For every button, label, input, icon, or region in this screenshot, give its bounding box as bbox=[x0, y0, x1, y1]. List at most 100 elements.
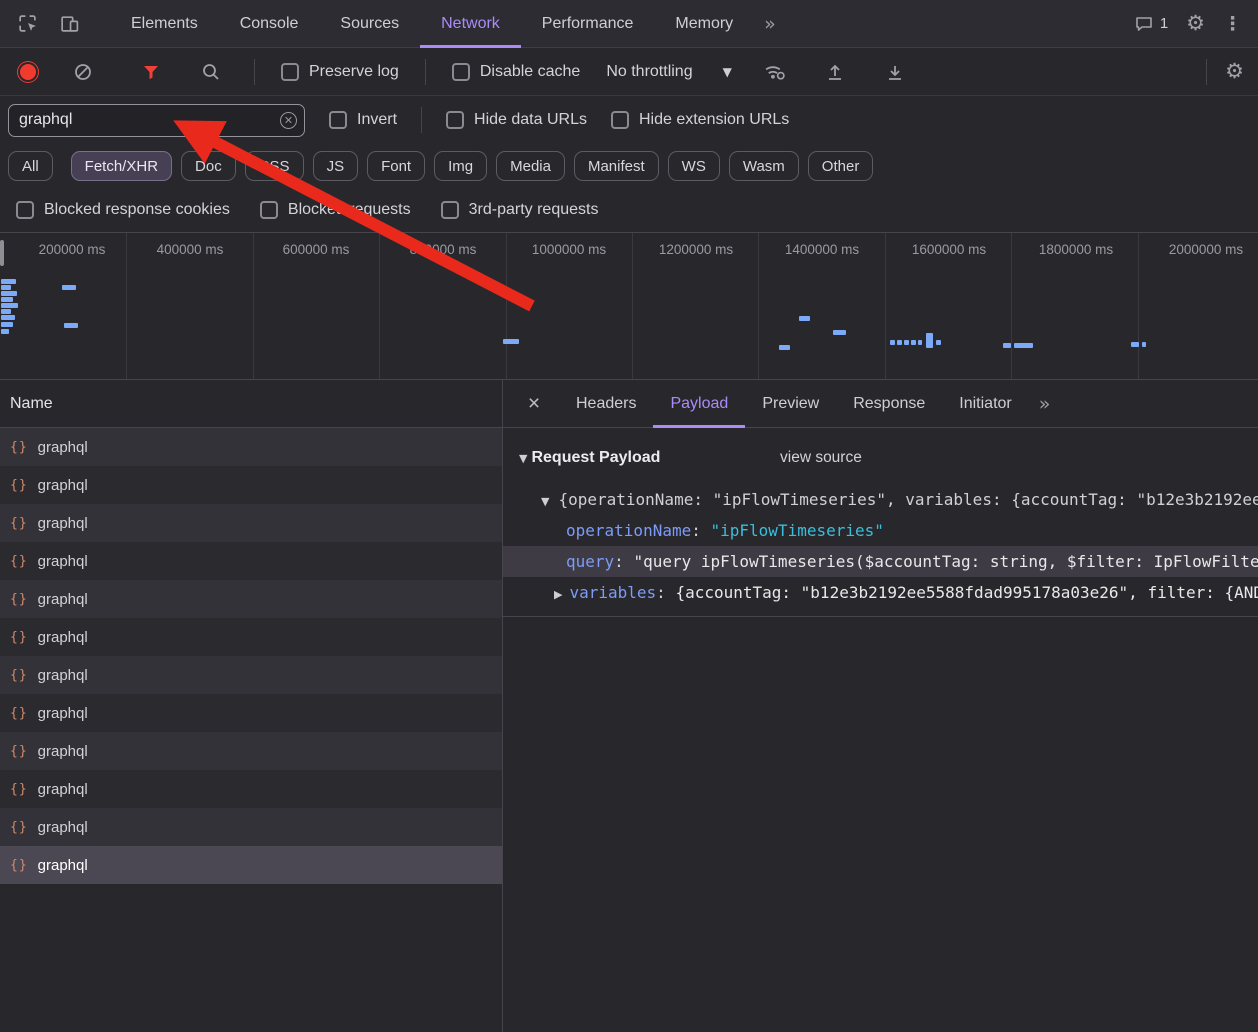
network-conditions-icon[interactable] bbox=[758, 55, 792, 89]
request-row[interactable]: {}graphql bbox=[0, 694, 502, 732]
detail-tab-response[interactable]: Response bbox=[836, 380, 942, 428]
request-name: graphql bbox=[38, 439, 88, 456]
timeline-label: 200000 ms bbox=[39, 242, 106, 257]
timeline-request-bar bbox=[911, 340, 916, 345]
detail-tab-preview[interactable]: Preview bbox=[745, 380, 836, 428]
blocked-requests-label: Blocked requests bbox=[288, 201, 411, 219]
more-tabs-icon[interactable]: » bbox=[754, 13, 786, 35]
payload-key: operationName bbox=[566, 521, 691, 540]
collapse-triangle-icon[interactable]: ▼ bbox=[519, 452, 527, 465]
name-column-header[interactable]: Name bbox=[0, 380, 502, 428]
payload-panel: ▼ Request Payload view source ▼{operatio… bbox=[503, 442, 1258, 617]
details-pane: × HeadersPayloadPreviewResponseInitiator… bbox=[503, 380, 1258, 1032]
request-row[interactable]: {}graphql bbox=[0, 618, 502, 656]
main-tab-memory[interactable]: Memory bbox=[654, 0, 754, 48]
request-row[interactable]: {}graphql bbox=[0, 656, 502, 694]
payload-row-query[interactable]: query: "query ipFlowTimeseries($accountT… bbox=[503, 546, 1258, 577]
payload-preview-line[interactable]: ▼{operationName: "ipFlowTimeseries", var… bbox=[503, 484, 1258, 515]
request-name: graphql bbox=[38, 743, 88, 760]
filter-chip-fetch-xhr[interactable]: Fetch/XHR bbox=[71, 151, 172, 181]
blocked-requests-checkbox[interactable]: Blocked requests bbox=[260, 201, 411, 219]
main-tab-elements[interactable]: Elements bbox=[110, 0, 219, 48]
view-source-link[interactable]: view source bbox=[780, 449, 862, 467]
request-row[interactable]: {}graphql bbox=[0, 504, 502, 542]
network-settings-gear-icon[interactable]: ⚙ bbox=[1225, 61, 1244, 82]
disable-cache-label: Disable cache bbox=[480, 63, 581, 81]
hide-data-urls-label: Hide data URLs bbox=[474, 111, 587, 129]
filter-chip-img[interactable]: Img bbox=[434, 151, 487, 181]
request-name: graphql bbox=[38, 705, 88, 722]
timeline-request-bar bbox=[1, 309, 11, 314]
request-row[interactable]: {}graphql bbox=[0, 732, 502, 770]
detail-tabbar: × HeadersPayloadPreviewResponseInitiator… bbox=[503, 380, 1258, 428]
main-tab-network[interactable]: Network bbox=[420, 0, 521, 48]
timeline-scrollbar-thumb[interactable] bbox=[0, 240, 4, 266]
filter-chip-font[interactable]: Font bbox=[367, 151, 425, 181]
payload-value: "ipFlowTimeseries" bbox=[711, 521, 884, 540]
more-detail-tabs-icon[interactable]: » bbox=[1029, 393, 1061, 415]
filter-chip-wasm[interactable]: Wasm bbox=[729, 151, 799, 181]
issues-button[interactable]: 1 bbox=[1134, 14, 1168, 34]
third-party-requests-label: 3rd-party requests bbox=[469, 201, 599, 219]
filter-chip-media[interactable]: Media bbox=[496, 151, 565, 181]
detail-tab-headers[interactable]: Headers bbox=[559, 380, 653, 428]
main-tab-console[interactable]: Console bbox=[219, 0, 320, 48]
timeline-label: 1200000 ms bbox=[659, 242, 733, 257]
request-row[interactable]: {} graphql bbox=[0, 846, 502, 884]
request-row[interactable]: {}graphql bbox=[0, 542, 502, 580]
filter-input-box: ✕ bbox=[8, 104, 305, 137]
request-row[interactable]: {}graphql bbox=[0, 808, 502, 846]
filter-chip-other[interactable]: Other bbox=[808, 151, 874, 181]
blocked-response-cookies-checkbox[interactable]: Blocked response cookies bbox=[16, 201, 230, 219]
device-toolbar-icon[interactable] bbox=[52, 7, 86, 41]
filter-funnel-icon[interactable] bbox=[134, 55, 168, 89]
request-name: graphql bbox=[38, 857, 88, 874]
clear-network-log-icon[interactable] bbox=[66, 55, 100, 89]
checkbox-icon bbox=[611, 111, 629, 129]
record-button[interactable] bbox=[20, 64, 36, 80]
detail-tab-initiator[interactable]: Initiator bbox=[942, 380, 1028, 428]
devtools-window: ElementsConsoleSourcesNetworkPerformance… bbox=[0, 0, 1258, 1032]
more-options-icon[interactable]: ⋮ bbox=[1223, 13, 1242, 35]
export-har-icon[interactable] bbox=[878, 55, 912, 89]
main-tab-sources[interactable]: Sources bbox=[319, 0, 420, 48]
request-row[interactable]: {}graphql bbox=[0, 428, 502, 466]
settings-gear-icon[interactable]: ⚙ bbox=[1186, 13, 1205, 34]
close-details-icon[interactable]: × bbox=[515, 392, 553, 416]
request-row[interactable]: {}graphql bbox=[0, 770, 502, 808]
inspect-element-icon[interactable] bbox=[10, 7, 44, 41]
third-party-requests-checkbox[interactable]: 3rd-party requests bbox=[441, 201, 599, 219]
request-name: graphql bbox=[38, 515, 88, 532]
hide-extension-urls-checkbox[interactable]: Hide extension URLs bbox=[611, 111, 789, 129]
filter-chip-ws[interactable]: WS bbox=[668, 151, 720, 181]
expand-triangle-icon[interactable]: ▶ bbox=[554, 588, 562, 601]
detail-tab-payload[interactable]: Payload bbox=[653, 380, 745, 428]
request-payload-title: Request Payload bbox=[531, 449, 660, 467]
filter-chip-manifest[interactable]: Manifest bbox=[574, 151, 659, 181]
throttling-value: No throttling bbox=[606, 63, 692, 81]
filter-chip-doc[interactable]: Doc bbox=[181, 151, 236, 181]
hide-data-urls-checkbox[interactable]: Hide data URLs bbox=[446, 111, 587, 129]
disable-cache-checkbox[interactable]: Disable cache bbox=[452, 63, 581, 81]
payload-value: {accountTag: "b12e3b2192ee5588fdad995178… bbox=[675, 583, 1258, 602]
clear-filter-icon[interactable]: ✕ bbox=[280, 112, 297, 129]
collapse-triangle-icon[interactable]: ▼ bbox=[541, 495, 549, 508]
filter-chip-js[interactable]: JS bbox=[313, 151, 359, 181]
timeline-overview[interactable]: 200000 ms400000 ms600000 ms800000 ms1000… bbox=[0, 232, 1258, 380]
invert-checkbox[interactable]: Invert bbox=[329, 111, 397, 129]
json-braces-icon: {} bbox=[10, 858, 28, 873]
preserve-log-checkbox[interactable]: Preserve log bbox=[281, 63, 399, 81]
import-har-icon[interactable] bbox=[818, 55, 852, 89]
request-row[interactable]: {}graphql bbox=[0, 466, 502, 504]
payload-row-variables[interactable]: ▶variables: {accountTag: "b12e3b2192ee55… bbox=[503, 577, 1258, 608]
filter-input[interactable] bbox=[8, 104, 305, 137]
throttling-select[interactable]: No throttling ▼ bbox=[606, 63, 732, 81]
timeline-request-bar bbox=[897, 340, 902, 345]
checkbox-icon bbox=[446, 111, 464, 129]
search-icon[interactable] bbox=[194, 55, 228, 89]
timeline-request-bar bbox=[1131, 342, 1139, 347]
filter-chip-all[interactable]: All bbox=[8, 151, 53, 181]
filter-chip-css[interactable]: CSS bbox=[245, 151, 304, 181]
request-row[interactable]: {}graphql bbox=[0, 580, 502, 618]
main-tab-performance[interactable]: Performance bbox=[521, 0, 655, 48]
